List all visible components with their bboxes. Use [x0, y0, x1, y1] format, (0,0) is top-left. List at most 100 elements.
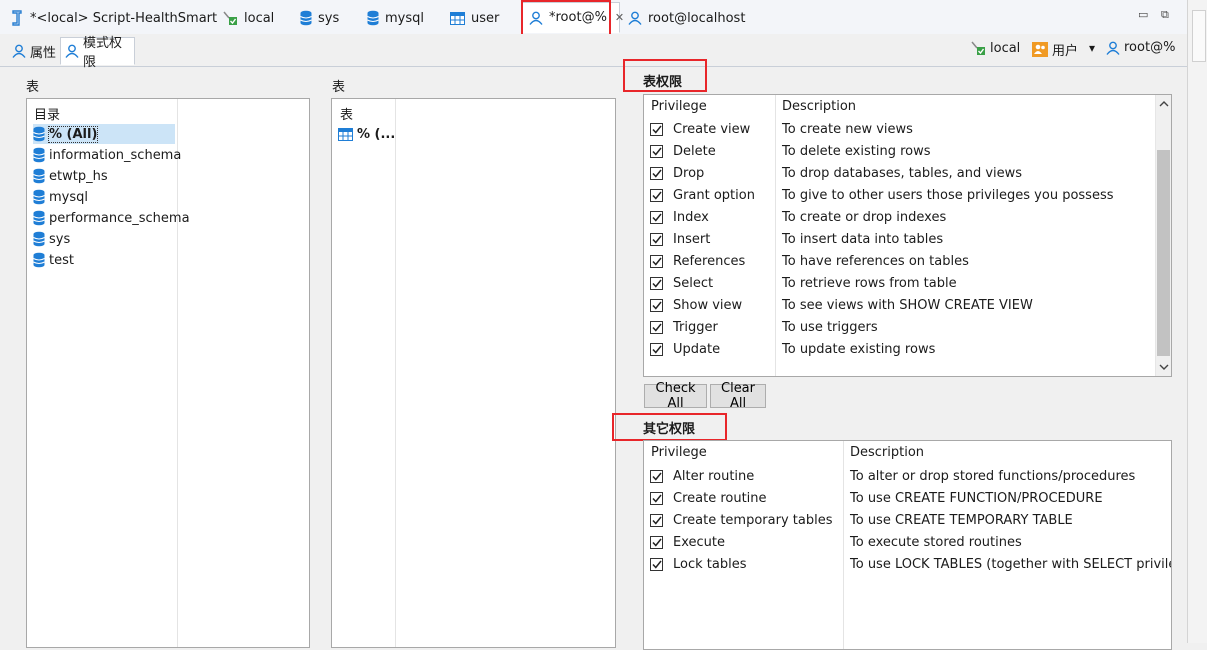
tab-mysql[interactable]: mysql — [367, 6, 424, 30]
privilege-row[interactable]: References — [650, 250, 745, 272]
table-icon — [450, 11, 465, 25]
script-icon — [10, 10, 24, 26]
clear-all-button[interactable]: Clear All — [710, 381, 766, 411]
database-icon — [33, 210, 45, 226]
scroll-up-icon[interactable] — [1159, 100, 1169, 107]
catalog-item[interactable]: etwtp_hs — [33, 166, 108, 186]
table-list[interactable]: 表 % (... — [331, 98, 616, 648]
restore-icon[interactable]: ⧉ — [1161, 8, 1169, 22]
checkbox[interactable] — [650, 491, 663, 505]
column-separator — [843, 441, 844, 649]
checkbox[interactable] — [650, 298, 663, 312]
privilege-row[interactable]: Update — [650, 338, 720, 360]
privilege-row[interactable]: Drop — [650, 162, 704, 184]
checkbox[interactable] — [650, 535, 663, 549]
catalog-item[interactable]: information_schema — [33, 145, 181, 165]
tab-schema-privileges[interactable]: 模式权限 — [60, 36, 135, 70]
catalog-item[interactable]: sys — [33, 229, 70, 249]
privilege-description: To use CREATE FUNCTION/PROCEDURE — [850, 490, 1103, 506]
catalog-item[interactable]: performance_schema — [33, 208, 190, 228]
side-toolbar[interactable] — [1192, 10, 1206, 62]
toolbar-user[interactable]: root@% — [1106, 40, 1175, 55]
privilege-row[interactable]: Grant option — [650, 184, 755, 206]
tab-properties[interactable]: 属性 — [8, 37, 60, 65]
checkbox[interactable] — [650, 210, 663, 224]
user-icon — [1106, 41, 1120, 55]
privilege-row[interactable]: Show view — [650, 294, 742, 316]
checkbox[interactable] — [650, 122, 663, 136]
privilege-description: To see views with SHOW CREATE VIEW — [782, 297, 1033, 313]
checkbox[interactable] — [650, 144, 663, 158]
user-icon — [12, 44, 26, 58]
privilege-description: To drop databases, tables, and views — [782, 165, 1023, 181]
privilege-row[interactable]: Index — [650, 206, 709, 228]
privilege-row[interactable]: Trigger — [650, 316, 718, 338]
database-icon — [33, 231, 45, 247]
table-privileges-grid[interactable]: Privilege Description Create view To cre… — [643, 94, 1172, 377]
privilege-description: To retrieve rows from table — [782, 275, 957, 291]
toolbar-connection[interactable]: local — [970, 40, 1020, 56]
dropdown-icon[interactable]: ▾ — [1089, 41, 1095, 55]
tab-sys[interactable]: sys — [300, 6, 339, 30]
toolbar-users[interactable]: 用户 — [1032, 40, 1078, 59]
tab-script[interactable]: *<local> Script-HealthSmart — [10, 6, 217, 30]
connection-icon — [222, 10, 238, 26]
column-separator — [395, 99, 396, 647]
column-separator — [775, 95, 776, 376]
privilege-row[interactable]: Alter routine — [650, 465, 754, 487]
checkbox[interactable] — [650, 276, 663, 290]
scroll-down-icon[interactable] — [1159, 364, 1169, 371]
minimize-icon[interactable]: ▭ — [1138, 8, 1148, 21]
close-icon[interactable]: ✕ — [615, 11, 624, 24]
database-icon — [300, 10, 312, 26]
database-icon — [33, 252, 45, 268]
database-icon — [33, 189, 45, 205]
other-privileges-grid[interactable]: Privilege Description Alter routine To a… — [643, 440, 1172, 650]
tab-user[interactable]: user — [450, 6, 499, 30]
privilege-row[interactable]: Select — [650, 272, 713, 294]
table-item-all[interactable]: % (... — [338, 124, 395, 144]
privilege-row[interactable]: Delete — [650, 140, 716, 162]
checkbox[interactable] — [650, 342, 663, 356]
vertical-scrollbar[interactable] — [1155, 95, 1171, 376]
privilege-description: To create or drop indexes — [782, 209, 947, 225]
highlight-box-other-privileges — [612, 413, 727, 441]
database-icon — [367, 10, 379, 26]
catalog-list[interactable]: 目录 % (All) information_schema etwtp_hs m… — [26, 98, 310, 648]
privilege-description: To alter or drop stored functions/proced… — [850, 468, 1136, 484]
checkbox[interactable] — [650, 320, 663, 334]
scrollbar-thumb[interactable] — [1157, 150, 1170, 356]
tab-root-localhost[interactable]: root@localhost — [628, 6, 745, 30]
checkbox[interactable] — [650, 254, 663, 268]
table-panel-label: 表 — [332, 80, 346, 95]
privilege-row[interactable]: Create view — [650, 118, 750, 140]
privilege-row[interactable]: Create routine — [650, 487, 767, 509]
catalog-item-all[interactable]: % (All) — [33, 124, 175, 144]
privilege-row[interactable]: Lock tables — [650, 553, 746, 575]
catalog-column-header: 目录 — [34, 108, 61, 123]
privilege-row[interactable]: Execute — [650, 531, 725, 553]
table-icon — [338, 127, 353, 141]
privilege-description: To give to other users those privileges … — [782, 187, 1114, 203]
privilege-description: To delete existing rows — [782, 143, 931, 159]
catalog-item[interactable]: test — [33, 250, 74, 270]
checkbox[interactable] — [650, 557, 663, 571]
checkbox[interactable] — [650, 166, 663, 180]
privilege-row[interactable]: Create temporary tables — [650, 509, 832, 531]
tab-local[interactable]: local — [222, 6, 274, 30]
privilege-row[interactable]: Insert — [650, 228, 710, 250]
privilege-description: To use triggers — [782, 319, 878, 335]
database-icon — [33, 147, 45, 163]
checkbox[interactable] — [650, 513, 663, 527]
privilege-column-header: Privilege — [651, 445, 707, 460]
catalog-panel-label: 表 — [26, 80, 40, 95]
checkbox[interactable] — [650, 232, 663, 246]
description-column-header: Description — [782, 99, 857, 114]
privilege-description: To create new views — [782, 121, 913, 137]
check-all-button[interactable]: Check All — [644, 381, 707, 411]
privilege-description: To execute stored routines — [850, 534, 1022, 550]
users-icon — [1032, 42, 1048, 57]
catalog-item[interactable]: mysql — [33, 187, 88, 207]
checkbox[interactable] — [650, 188, 663, 202]
checkbox[interactable] — [650, 469, 663, 483]
